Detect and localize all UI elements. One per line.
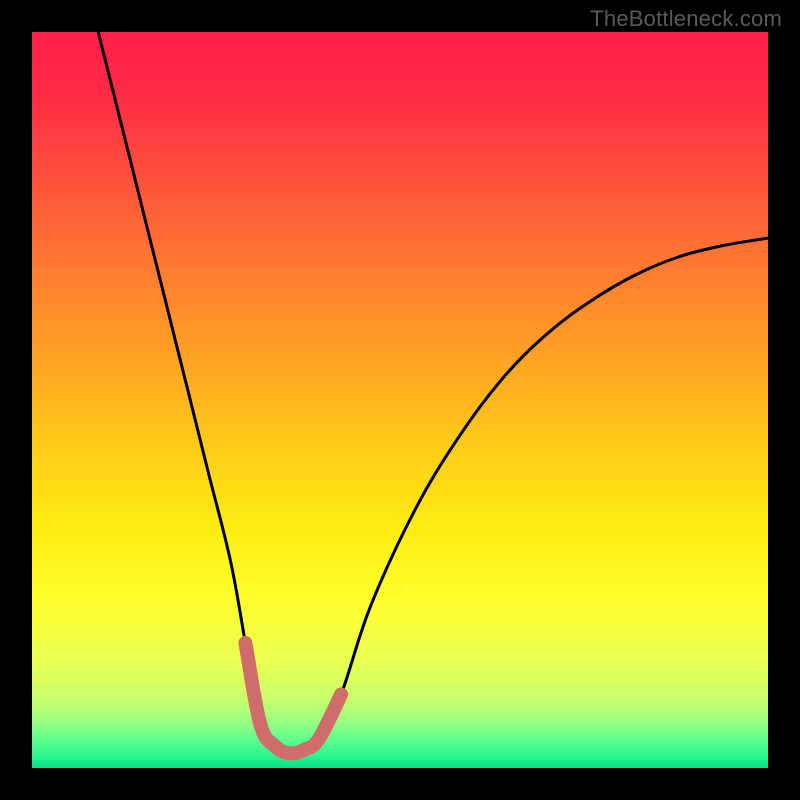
valley-highlight-path: [245, 643, 341, 754]
chart-frame: TheBottleneck.com: [0, 0, 800, 800]
watermark-text: TheBottleneck.com: [590, 6, 782, 32]
plot-area: [32, 32, 768, 768]
curve-overlay: [32, 32, 768, 768]
bottleneck-curve: [98, 32, 768, 753]
highlight-start-dot: [239, 637, 251, 649]
